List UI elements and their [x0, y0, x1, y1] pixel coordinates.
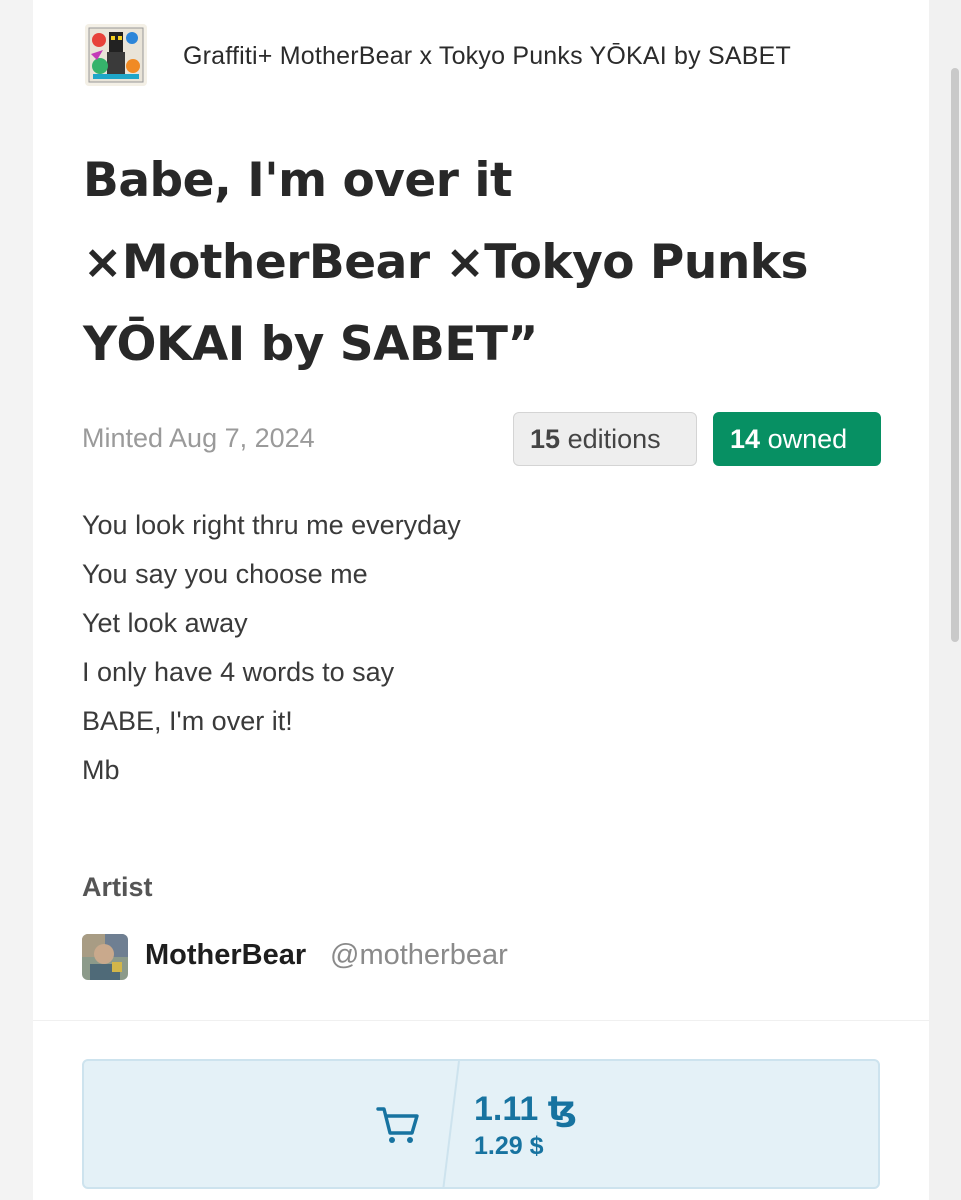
section-divider	[33, 1020, 929, 1021]
scrollbar-thumb[interactable]	[951, 68, 959, 642]
artist-handle[interactable]: @motherbear	[330, 939, 508, 972]
price-usd: 1.29 $	[474, 1132, 544, 1160]
token-title-line: YŌKAI by SABET”	[83, 317, 538, 372]
collection-name[interactable]: Graffiti+ MotherBear x Tokyo Punks YŌKAI…	[183, 42, 873, 71]
buy-button[interactable]: 1.11 ꜩ 1.29 $	[82, 1059, 880, 1189]
token-page-card: Graffiti+ MotherBear x Tokyo Punks YŌKAI…	[33, 0, 929, 1200]
description-line: I only have 4 words to say	[82, 657, 395, 687]
owned-badge[interactable]: 14 owned	[713, 412, 881, 466]
description-line: You say you choose me	[82, 559, 368, 589]
owned-count: 14	[730, 424, 761, 454]
shopping-cart-icon	[376, 1107, 419, 1143]
minted-date: Minted Aug 7, 2024	[82, 423, 315, 453]
editions-count: 15	[530, 424, 561, 454]
editions-badge[interactable]: 15 editions	[513, 412, 697, 466]
description-line: You look right thru me everyday	[82, 510, 461, 540]
editions-label: editions	[567, 424, 661, 454]
token-title-line: Babe, I'm over it	[83, 153, 512, 208]
owned-label: owned	[767, 424, 848, 454]
collection-link[interactable]: Graffiti+ MotherBear x Tokyo Punks YŌKAI…	[85, 24, 885, 88]
buy-box-separator	[442, 1061, 460, 1187]
price-tez: 1.11 ꜩ	[474, 1090, 577, 1128]
artist-section-label: Artist	[82, 872, 153, 902]
collection-thumbnail[interactable]	[85, 24, 147, 86]
description-line: Yet look away	[82, 608, 248, 638]
description-line: Mb	[82, 755, 120, 785]
token-description: You look right thru me everyday You say …	[82, 504, 882, 798]
token-title-line: ×MotherBear ×Tokyo Punks	[83, 235, 809, 290]
artist-name[interactable]: MotherBear	[145, 939, 306, 972]
artist-avatar[interactable]	[82, 934, 128, 980]
token-title: Babe, I'm over it ×MotherBear ×Tokyo Pun…	[83, 140, 903, 386]
description-line: BABE, I'm over it!	[82, 706, 293, 736]
